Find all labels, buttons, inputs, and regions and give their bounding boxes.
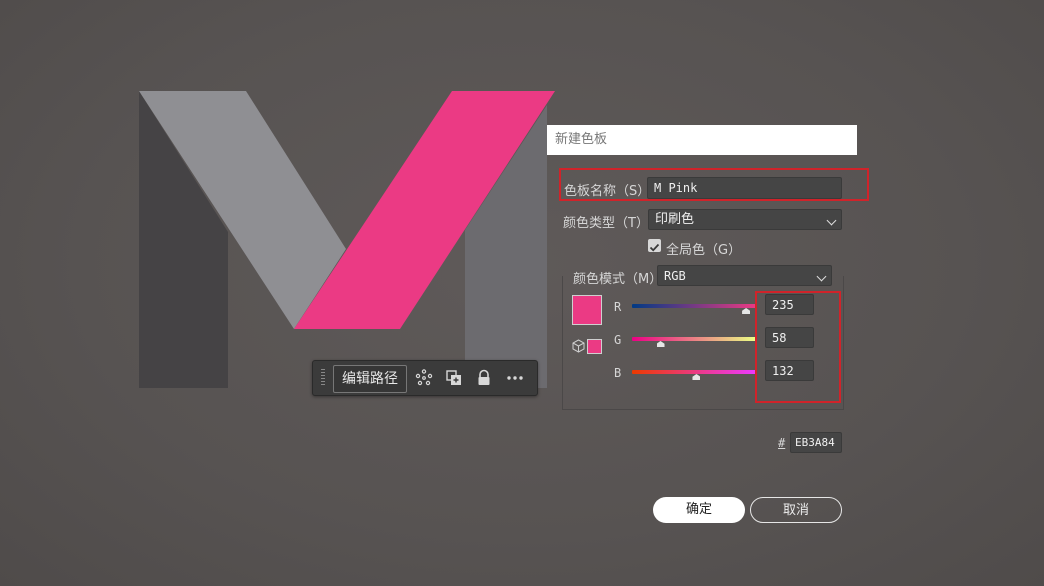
hex-input[interactable]: EB3A84 bbox=[790, 432, 842, 453]
channel-b-label: B bbox=[614, 366, 622, 380]
color-mode-select[interactable]: RGB bbox=[657, 265, 832, 286]
channel-g-input[interactable]: 58 bbox=[765, 327, 814, 348]
edit-path-button[interactable]: 编辑路径 bbox=[333, 365, 407, 393]
swatch-name-input[interactable]: M Pink bbox=[647, 177, 842, 199]
out-of-gamut-cube-icon[interactable] bbox=[572, 339, 585, 353]
chevron-down-icon bbox=[816, 271, 827, 282]
more-icon[interactable] bbox=[506, 369, 524, 387]
checkmark-icon bbox=[649, 243, 660, 252]
duplicate-icon[interactable] bbox=[445, 369, 463, 387]
hex-prefix: # bbox=[778, 436, 786, 450]
web-safe-swatch[interactable] bbox=[587, 339, 602, 354]
channel-g-label: G bbox=[614, 333, 622, 347]
cancel-button[interactable]: 取消 bbox=[750, 497, 842, 523]
transform-points-icon[interactable] bbox=[415, 369, 433, 387]
global-color-checkbox[interactable] bbox=[648, 239, 661, 252]
swatch-type-value: 印刷色 bbox=[655, 212, 695, 227]
channel-b-slider-track[interactable] bbox=[632, 370, 756, 374]
global-color-label: 全局色（G） bbox=[666, 243, 742, 258]
chevron-down-icon bbox=[826, 215, 837, 226]
swatch-type-select[interactable]: 印刷色 bbox=[648, 209, 842, 230]
swatch-type-label: 颜色类型（T）: bbox=[563, 216, 654, 231]
m-logo-artwork[interactable] bbox=[0, 0, 1044, 586]
channel-r-slider-track[interactable] bbox=[632, 304, 756, 308]
swatch-name-label: 色板名称（S）: bbox=[564, 184, 655, 199]
channel-b-input[interactable]: 132 bbox=[765, 360, 814, 381]
ok-button[interactable]: 确定 bbox=[653, 497, 745, 523]
channel-r-label: R bbox=[614, 300, 622, 314]
color-mode-label: 颜色模式（M）: bbox=[573, 272, 667, 287]
context-toolbar: 编辑路径 bbox=[312, 360, 538, 396]
color-mode-value: RGB bbox=[664, 269, 686, 283]
color-preview-swatch bbox=[572, 295, 602, 325]
channel-r-input[interactable]: 235 bbox=[765, 294, 814, 315]
dialog-title: 新建色板 bbox=[547, 125, 857, 155]
lock-icon[interactable] bbox=[475, 369, 493, 387]
drag-handle-icon[interactable] bbox=[321, 369, 325, 387]
channel-g-slider-track[interactable] bbox=[632, 337, 756, 341]
